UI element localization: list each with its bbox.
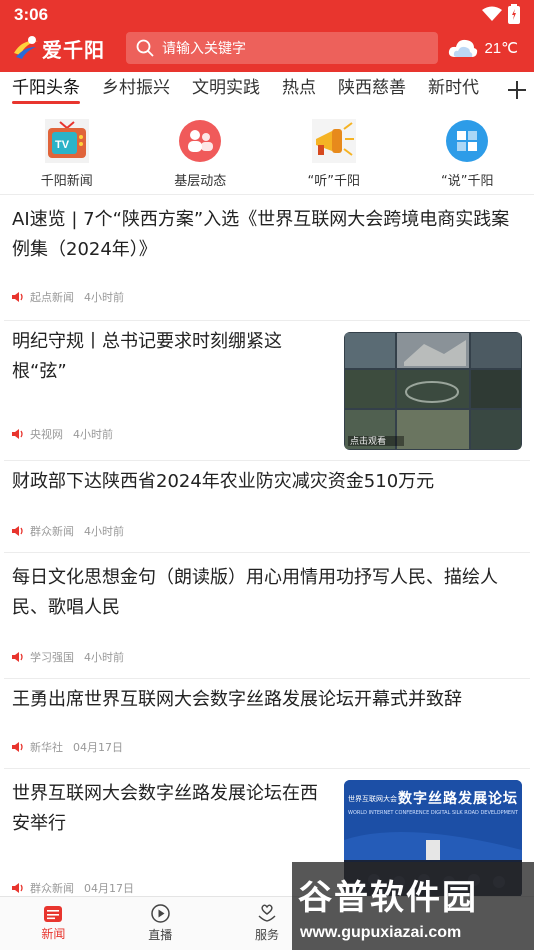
top-bar: 3:06 爱千阳 请输入关键字 21℃: [0, 0, 534, 72]
news-source: 学习强国: [30, 651, 74, 664]
news-meta: 群众新闻 4小时前: [12, 523, 124, 539]
news-icon: [44, 905, 63, 922]
tab-qianyang-headlines[interactable]: 千阳头条: [0, 72, 80, 108]
status-icons: [482, 4, 520, 24]
news-time: 4小时前: [84, 525, 124, 538]
news-title: 明纪守规丨总书记要求时刻绷紧这根“弦”: [12, 331, 282, 382]
quick-entry-qianyang-news[interactable]: TV 千阳新闻: [0, 118, 134, 194]
news-meta: 群众新闻 04月17日: [12, 880, 134, 896]
cloud-icon: [449, 39, 478, 57]
battery-icon: [508, 4, 520, 24]
speaker-icon: [12, 883, 23, 893]
news-item[interactable]: AI速览 | 7个“陕西方案”入选《世界互联网大会跨境电商实践案例集（2024年…: [4, 195, 530, 321]
thumb-small-text: 世界互联网大会: [348, 795, 397, 803]
tab-rural-revitalization[interactable]: 乡村振兴: [90, 72, 170, 108]
search-box[interactable]: 请输入关键字: [126, 32, 438, 64]
play-icon: [150, 904, 170, 923]
news-source: 央视网: [30, 428, 63, 441]
tv-icon: TV: [44, 118, 90, 164]
news-item[interactable]: 王勇出席世界互联网大会数字丝路发展论坛开幕式并致辞 新华社 04月17日: [4, 679, 530, 769]
speaker-icon: [12, 429, 23, 439]
news-item[interactable]: 每日文化思想金句（朗读版）用心用情用功抒写人民、描绘人民、歌唱人民 学习强国 4…: [4, 553, 530, 679]
news-title: AI速览 | 7个“陕西方案”入选《世界互联网大会跨境电商实践案例集（2024年…: [12, 209, 510, 260]
quick-entries: TV 千阳新闻 基层动态 “听”千阳 “说”千阳: [0, 118, 534, 194]
speaker-icon: [12, 652, 23, 662]
news-time: 4小时前: [73, 428, 113, 441]
news-time: 4小时前: [84, 291, 124, 304]
thumb-caption: 点击观看: [350, 437, 387, 447]
news-title: 王勇出席世界互联网大会数字丝路发展论坛开幕式并致辞: [12, 689, 462, 710]
news-meta: 起点新闻 4小时前: [12, 289, 124, 305]
channel-tabs: 千阳头条 乡村振兴 文明实践 热点 陕西慈善 新时代 陕: [0, 72, 534, 108]
quick-entry-listen[interactable]: “听”千阳: [267, 118, 401, 194]
news-time: 4小时前: [84, 651, 124, 664]
news-thumbnail: 点击观看: [344, 332, 522, 450]
nav-news[interactable]: 新闻: [0, 897, 107, 950]
watermark-title: 谷普软件园: [298, 878, 478, 918]
news-time: 04月17日: [73, 741, 123, 754]
people-icon: [177, 118, 223, 164]
search-placeholder: 请输入关键字: [162, 41, 246, 57]
heart-hand-icon: [258, 904, 276, 922]
weather-temp: 21℃: [484, 40, 518, 57]
nav-label: 直播: [148, 928, 173, 942]
quick-entry-label: “说”千阳: [441, 174, 494, 189]
speaker-icon: [12, 292, 23, 302]
news-source: 起点新闻: [30, 291, 74, 304]
news-title: 财政部下达陕西省2024年农业防灾减灾资金510万元: [12, 471, 435, 492]
quick-entry-label: 基层动态: [174, 174, 227, 189]
news-item[interactable]: 财政部下达陕西省2024年农业防灾减灾资金510万元 群众新闻 4小时前: [4, 461, 530, 553]
tab-shaanxi-charity[interactable]: 陕西慈善: [326, 72, 406, 108]
nav-label: 服务: [254, 928, 279, 942]
news-item[interactable]: 明纪守规丨总书记要求时刻绷紧这根“弦” 点击观看 央视网 4小时前: [4, 321, 530, 461]
news-source: 群众新闻: [30, 525, 74, 538]
add-channel-button[interactable]: [500, 72, 534, 108]
quick-entry-label: 千阳新闻: [40, 174, 93, 189]
speaker-icon: [12, 526, 23, 536]
nav-live[interactable]: 直播: [107, 897, 214, 950]
quick-entry-grassroots[interactable]: 基层动态: [134, 118, 268, 194]
blocks-icon: [444, 118, 490, 164]
svg-text:TV: TV: [55, 139, 70, 151]
news-meta: 学习强国 4小时前: [12, 649, 124, 665]
status-time: 3:06: [14, 5, 49, 24]
tab-hot[interactable]: 热点: [270, 72, 316, 108]
watermark-url: www.gupuxiazai.com: [300, 924, 462, 941]
tab-civilization-practice[interactable]: 文明实践: [180, 72, 260, 108]
speaker-icon: [12, 742, 23, 752]
site-watermark: 谷普软件园 www.gupuxiazai.com: [292, 862, 534, 950]
quick-entry-label: “听”千阳: [307, 174, 360, 189]
news-time: 04月17日: [84, 882, 134, 895]
news-meta: 央视网 4小时前: [12, 426, 113, 442]
weather-widget[interactable]: 21℃: [448, 32, 518, 64]
plus-icon: [508, 81, 526, 99]
thumb-en-text: WORLD INTERNET CONFERENCE DIGITAL SILK R…: [348, 810, 520, 816]
wifi-icon: [482, 6, 502, 21]
tab-new-era[interactable]: 新时代: [416, 72, 479, 108]
news-source: 群众新闻: [30, 882, 74, 895]
news-title: 世界互联网大会数字丝路发展论坛在西安举行: [12, 783, 318, 834]
news-source: 新华社: [30, 741, 63, 754]
nav-label: 新闻: [41, 926, 66, 941]
megaphone-icon: [311, 118, 357, 164]
app-logo: 爱千阳: [12, 32, 105, 64]
news-meta: 新华社 04月17日: [12, 739, 123, 755]
logo-mark-icon: [14, 36, 38, 59]
news-feed: AI速览 | 7个“陕西方案”入选《世界互联网大会跨境电商实践案例集（2024年…: [0, 195, 534, 899]
quick-entry-speak[interactable]: “说”千阳: [401, 118, 534, 194]
thumb-banner-text: 数字丝路发展论坛: [398, 791, 518, 807]
news-title: 每日文化思想金句（朗读版）用心用情用功抒写人民、描绘人民、歌唱人民: [12, 567, 498, 618]
search-icon: [136, 39, 154, 57]
logo-text: 爱千阳: [42, 37, 105, 62]
